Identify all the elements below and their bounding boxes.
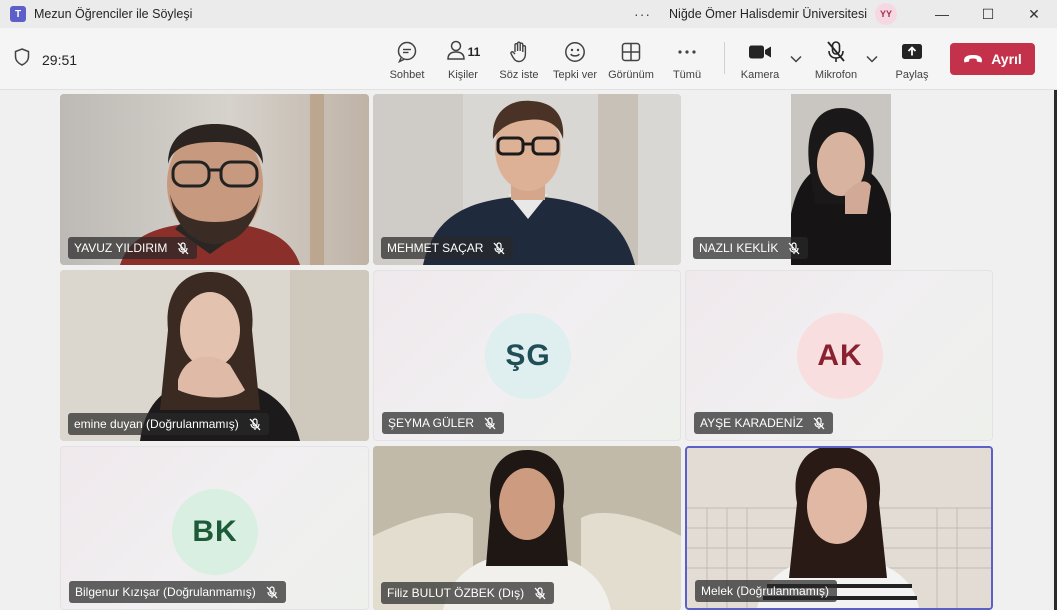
mic-muted-icon — [813, 416, 825, 430]
people-label: Kişiler — [448, 69, 478, 81]
mic-muted-icon — [484, 416, 496, 430]
participant-avatar: BK — [172, 489, 258, 575]
camera-options-chevron-icon[interactable] — [789, 52, 803, 66]
participant-tile[interactable]: BK Bilgenur Kızışar (Doğrulanmamış) — [60, 446, 369, 610]
react-button[interactable]: Tepki ver — [547, 40, 603, 81]
mic-muted-icon — [825, 40, 847, 64]
mic-muted-icon — [249, 417, 261, 431]
participant-tile-active[interactable]: Melek (Doğrulanmamış) — [685, 446, 993, 610]
camera-button[interactable]: Kamera — [732, 40, 788, 81]
participant-tile[interactable]: emine duyan (Doğrulanmamış) — [60, 270, 369, 441]
participant-name: AYŞE KARADENİZ — [700, 416, 804, 430]
hang-up-icon — [964, 55, 983, 63]
close-button[interactable]: ✕ — [1011, 0, 1057, 28]
camera-icon — [748, 40, 772, 64]
leave-label: Ayrıl — [991, 51, 1022, 67]
mic-label: Mikrofon — [814, 69, 858, 81]
emoji-icon — [564, 40, 586, 64]
participant-name: ŞEYMA GÜLER — [388, 416, 475, 430]
mic-muted-icon — [266, 585, 278, 599]
participant-name-tag: emine duyan (Doğrulanmamış) — [68, 413, 269, 435]
organization-name: Niğde Ömer Halisdemir Üniversitesi — [669, 7, 867, 21]
minimize-button[interactable]: — — [919, 0, 965, 28]
participant-name: Filiz BULUT ÖZBEK (Dış) — [387, 586, 525, 600]
participant-tile[interactable]: ŞG ŞEYMA GÜLER — [373, 270, 681, 441]
participant-name-tag: Melek (Doğrulanmamış) — [695, 580, 838, 602]
meeting-toolbar: 29:51 Sohbet 11 Kişiler Söz iste Tepki v… — [0, 28, 1057, 90]
people-button[interactable]: 11 Kişiler — [435, 40, 491, 81]
participant-name: YAVUZ YILDIRIM — [74, 241, 168, 255]
participant-name-tag: Bilgenur Kızışar (Doğrulanmamış) — [69, 581, 286, 603]
raise-hand-label: Söz iste — [499, 69, 539, 81]
leave-button[interactable]: Ayrıl — [950, 43, 1035, 75]
share-screen-icon — [901, 40, 923, 64]
more-horizontal-icon — [677, 40, 697, 64]
react-label: Tepki ver — [552, 69, 598, 81]
more-actions-label: Tümü — [672, 69, 702, 81]
user-avatar[interactable]: YY — [875, 3, 897, 25]
participant-tile[interactable]: MEHMET SAÇAR — [373, 94, 681, 265]
mic-options-chevron-icon[interactable] — [865, 52, 879, 66]
participant-tile[interactable]: NAZLI KEKLİK — [685, 94, 993, 265]
title-bar: T Mezun Öğrenciler ile Söyleşi ··· Niğde… — [0, 0, 1057, 28]
teams-logo-icon: T — [10, 6, 26, 22]
participant-name-tag: ŞEYMA GÜLER — [382, 412, 505, 434]
participant-name-tag: AYŞE KARADENİZ — [694, 412, 834, 434]
chat-label: Sohbet — [389, 69, 425, 81]
meeting-timer: 29:51 — [42, 51, 78, 68]
maximize-button[interactable]: ☐ — [965, 0, 1011, 28]
raise-hand-button[interactable]: Söz iste — [491, 40, 547, 81]
chat-button[interactable]: Sohbet — [379, 40, 435, 81]
participant-tile[interactable]: YAVUZ YILDIRIM — [60, 94, 369, 265]
mic-muted-icon — [177, 241, 189, 255]
mic-muted-icon — [788, 241, 800, 255]
participant-tile[interactable]: Filiz BULUT ÖZBEK (Dış) — [373, 446, 681, 610]
window-title: Mezun Öğrenciler ile Söyleşi — [34, 7, 193, 21]
toolbar-divider — [724, 42, 725, 74]
raise-hand-icon — [509, 40, 529, 64]
participant-name: MEHMET SAÇAR — [387, 241, 484, 255]
participant-name: Bilgenur Kızışar (Doğrulanmamış) — [75, 585, 256, 599]
view-label: Görünüm — [608, 69, 654, 81]
participant-name: NAZLI KEKLİK — [699, 241, 779, 255]
camera-label: Kamera — [740, 69, 780, 81]
shield-icon — [14, 48, 30, 71]
participant-name-tag: MEHMET SAÇAR — [381, 237, 514, 259]
participant-name-tag: Filiz BULUT ÖZBEK (Dış) — [381, 582, 555, 604]
view-button[interactable]: Görünüm — [603, 40, 659, 81]
share-label: Paylaş — [895, 69, 929, 81]
participant-name-tag: YAVUZ YILDIRIM — [68, 237, 198, 259]
participant-name: emine duyan (Doğrulanmamış) — [74, 417, 239, 431]
participant-avatar: AK — [797, 313, 883, 399]
share-button[interactable]: Paylaş — [884, 40, 940, 81]
people-icon — [446, 39, 466, 66]
chat-icon — [396, 40, 418, 64]
mic-button[interactable]: Mikrofon — [808, 40, 864, 81]
people-count: 11 — [467, 45, 481, 59]
more-actions-button[interactable]: Tümü — [659, 40, 715, 81]
mic-muted-icon — [493, 241, 505, 255]
participant-name: Melek (Doğrulanmamış) — [701, 584, 830, 598]
participant-name-tag: NAZLI KEKLİK — [693, 237, 809, 259]
participant-avatar: ŞG — [485, 313, 571, 399]
more-options-icon[interactable]: ··· — [634, 6, 651, 22]
participant-tile[interactable]: AK AYŞE KARADENİZ — [685, 270, 993, 441]
mic-muted-icon — [534, 586, 546, 600]
grid-view-icon — [621, 40, 641, 64]
